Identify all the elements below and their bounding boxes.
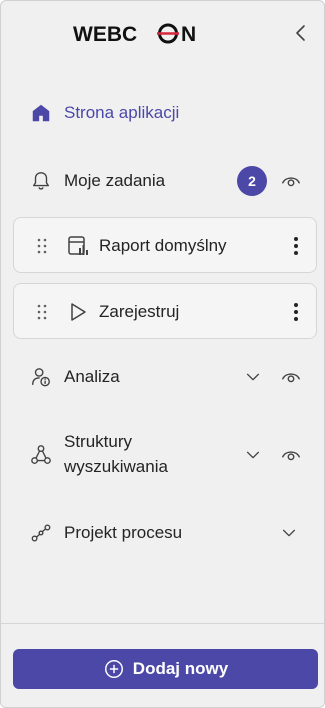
drag-handle-icon[interactable] bbox=[34, 302, 50, 322]
nav-item-label: Projekt procesu bbox=[64, 523, 183, 542]
chevron-down-icon[interactable] bbox=[243, 367, 263, 387]
navigation-panel: WEBC N Strona aplikacji Moje zadania 2 R… bbox=[0, 0, 325, 708]
structure-icon bbox=[29, 443, 53, 467]
report-icon bbox=[68, 236, 88, 255]
person-info-icon bbox=[29, 365, 53, 389]
task-count-badge: 2 bbox=[237, 166, 267, 196]
drag-handle-icon[interactable] bbox=[34, 236, 50, 256]
footer-divider bbox=[1, 623, 324, 624]
eye-icon[interactable] bbox=[279, 443, 303, 467]
nav-item-home[interactable]: Strona aplikacji bbox=[1, 101, 324, 125]
pinned-item-report[interactable]: Raport domyślny bbox=[13, 217, 317, 273]
pinned-item-label: Zarejestruj bbox=[99, 302, 180, 321]
add-new-button[interactable]: Dodaj nowy bbox=[13, 649, 318, 689]
eye-icon[interactable] bbox=[279, 169, 303, 193]
nav-item-label: Analiza bbox=[64, 367, 120, 386]
bell-icon bbox=[29, 169, 53, 193]
webcon-logo: WEBC N bbox=[73, 23, 196, 46]
nav-item-label: Moje zadania bbox=[64, 171, 166, 190]
chevron-down-icon[interactable] bbox=[279, 523, 299, 543]
pinned-item-label: Raport domyślny bbox=[99, 236, 227, 255]
more-options-icon[interactable] bbox=[288, 234, 304, 258]
nav-item-label-line2: wyszukiwania bbox=[64, 457, 168, 476]
process-icon bbox=[29, 521, 53, 545]
more-options-icon[interactable] bbox=[288, 300, 304, 324]
nav-item-label-line1: Struktury bbox=[64, 432, 133, 451]
chevron-down-icon[interactable] bbox=[243, 445, 263, 465]
nav-item-search-structures[interactable]: Struktury wyszukiwania bbox=[1, 431, 324, 479]
nav-item-label: Strona aplikacji bbox=[64, 103, 180, 122]
collapse-chevron-left-icon[interactable] bbox=[289, 21, 313, 45]
nav-item-analysis[interactable]: Analiza bbox=[1, 365, 324, 389]
svg-text:N: N bbox=[181, 23, 196, 46]
svg-text:WEBC: WEBC bbox=[73, 23, 137, 46]
nav-item-process-design[interactable]: Projekt procesu bbox=[1, 521, 324, 545]
add-new-label: Dodaj nowy bbox=[132, 659, 229, 678]
plus-circle-icon bbox=[104, 660, 123, 678]
eye-icon[interactable] bbox=[279, 365, 303, 389]
pinned-item-register[interactable]: Zarejestruj bbox=[13, 283, 317, 339]
play-icon bbox=[71, 303, 86, 321]
nav-item-tasks[interactable]: Moje zadania 2 bbox=[1, 166, 324, 196]
home-icon bbox=[29, 101, 53, 125]
